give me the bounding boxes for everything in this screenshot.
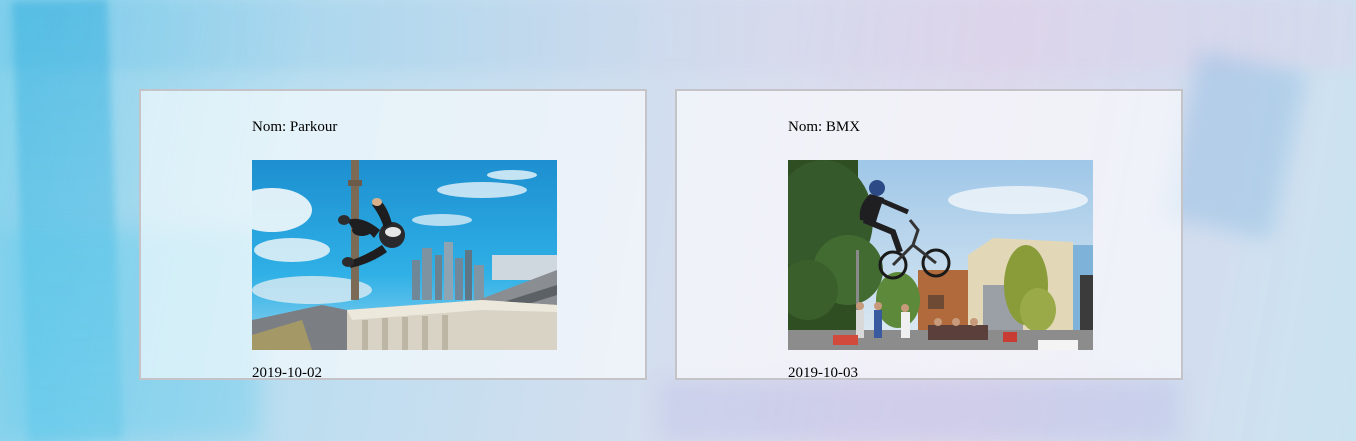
card-date: 2019-10-03 <box>788 365 858 381</box>
background-brush-stroke <box>660 380 1180 441</box>
bmx-photo <box>788 160 1093 350</box>
parkour-photo <box>252 160 557 350</box>
card-name-label: Nom: Parkour <box>252 119 338 135</box>
sport-card-parkour[interactable]: Nom: Parkour 2019-10-02 <box>139 89 647 381</box>
background-wash <box>0 0 1356 70</box>
sport-card-bmx[interactable]: Nom: BMX 2019-10-03 <box>675 89 1183 381</box>
background-brush-stroke <box>12 0 123 441</box>
card-name-label: Nom: BMX <box>788 119 861 135</box>
background-brush-stroke <box>1163 50 1307 240</box>
card-date: 2019-10-02 <box>252 365 322 381</box>
